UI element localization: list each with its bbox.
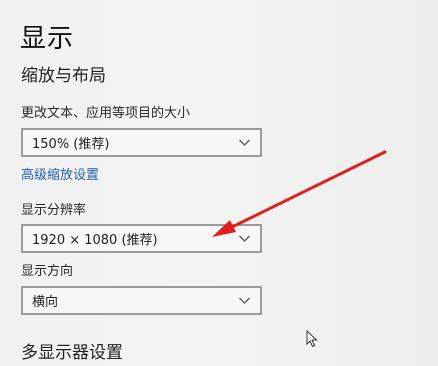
resolution-label: 显示分辨率 <box>21 203 87 218</box>
resolution-dropdown[interactable]: 1920 × 1080 (推荐) <box>21 224 262 253</box>
chevron-down-icon <box>239 139 250 146</box>
page-title: 显示 <box>20 24 75 54</box>
scale-label: 更改文本、应用等项目的大小 <box>21 106 191 121</box>
section-title-multi-display: 多显示器设置 <box>21 343 123 363</box>
chevron-down-icon <box>239 235 250 242</box>
resolution-dropdown-value: 1920 × 1080 (推荐) <box>32 233 158 248</box>
mouse-pointer-icon <box>306 330 318 348</box>
orientation-dropdown-value: 横向 <box>32 295 59 310</box>
orientation-label: 显示方向 <box>21 264 74 279</box>
scale-dropdown-value: 150% (推荐) <box>32 137 110 152</box>
scale-dropdown[interactable]: 150% (推荐) <box>21 128 262 157</box>
orientation-dropdown[interactable]: 横向 <box>21 286 262 315</box>
chevron-down-icon <box>239 297 250 304</box>
advanced-scaling-link[interactable]: 高级缩放设置 <box>21 166 99 186</box>
section-title-scale-layout: 缩放与布局 <box>21 66 106 86</box>
